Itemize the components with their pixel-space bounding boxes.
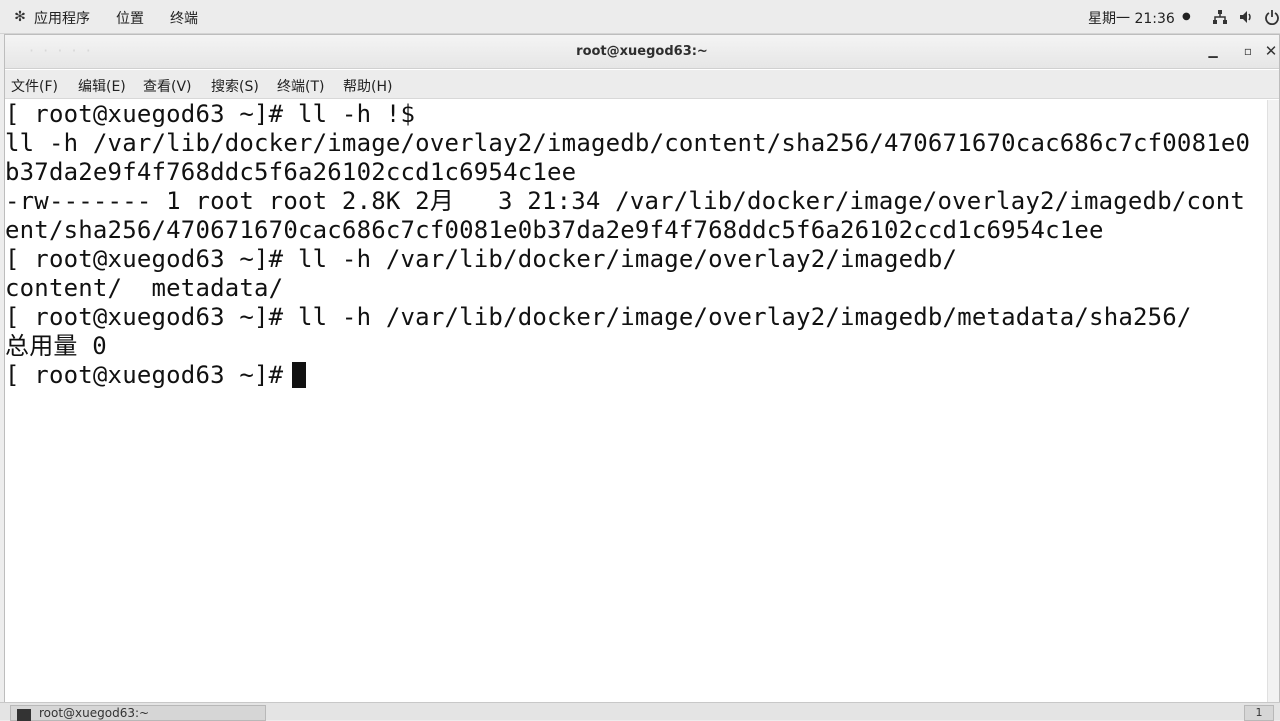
terminal-line: [ root@xuegod63 ~]# ll -h /var/lib/docke…	[5, 245, 958, 273]
maximize-button[interactable]: ▫	[1240, 43, 1256, 59]
menu-help[interactable]: 帮助(H)	[343, 76, 392, 96]
clock-dot: ●	[1182, 11, 1191, 22]
taskbar: root@xuegod63:~ 1	[0, 702, 1280, 721]
volume-icon[interactable]	[1238, 9, 1254, 25]
menu-file[interactable]: 文件(F)	[11, 76, 58, 96]
terminal-line: [ root@xuegod63 ~]# ll -h !$	[5, 100, 416, 128]
taskbar-window-button[interactable]: root@xuegod63:~	[10, 705, 266, 721]
window-titlebar[interactable]: · · · · · root@xuegod63:~ ▁ ▫ ✕	[5, 35, 1279, 69]
terminal-line: 总用量 0	[5, 332, 107, 360]
terminal-line: b37da2e9f4f768ddc5f6a26102ccd1c6954c1ee	[5, 158, 577, 186]
terminal-line: ent/sha256/470671670cac686c7cf0081e0b37d…	[5, 216, 1104, 244]
terminal-scrollbar[interactable]	[1267, 100, 1279, 703]
menu-terminal[interactable]: 终端(T)	[277, 76, 324, 96]
network-icon[interactable]	[1212, 9, 1228, 25]
menu-view[interactable]: 查看(V)	[143, 76, 192, 96]
terminal-line: -rw------- 1 root root 2.8K 2月 3 21:34 /…	[5, 187, 1246, 215]
places-menu[interactable]: 位置	[116, 8, 144, 28]
menubar: 文件(F) 编辑(E) 查看(V) 搜索(S) 终端(T) 帮助(H)	[5, 70, 1279, 99]
terminal-cursor	[292, 362, 306, 388]
minimize-button[interactable]: ▁	[1205, 43, 1221, 59]
clock[interactable]: 星期一 21:36	[1088, 8, 1175, 28]
menu-edit[interactable]: 编辑(E)	[78, 76, 126, 96]
terminal-line: [ root@xuegod63 ~]# ll -h /var/lib/docke…	[5, 303, 1192, 331]
gnome-foot-icon: ✻	[14, 9, 26, 25]
menu-search[interactable]: 搜索(S)	[211, 76, 259, 96]
terminal-icon	[17, 709, 31, 721]
power-icon[interactable]	[1264, 9, 1280, 26]
terminal-window: · · · · · root@xuegod63:~ ▁ ▫ ✕ 文件(F) 编辑…	[4, 34, 1280, 703]
taskbar-window-label: root@xuegod63:~	[39, 706, 150, 720]
close-button[interactable]: ✕	[1263, 43, 1279, 59]
workspace-switcher[interactable]: 1	[1244, 705, 1274, 721]
terminal-area[interactable]: [ root@xuegod63 ~]# ll -h !$ ll -h /var/…	[5, 100, 1279, 703]
terminal-app-menu[interactable]: 终端	[170, 8, 198, 28]
terminal-line: [ root@xuegod63 ~]#	[5, 361, 298, 389]
terminal-line: ll -h /var/lib/docker/image/overlay2/ima…	[5, 129, 1251, 157]
terminal-line: content/ metadata/	[5, 274, 284, 302]
applications-menu[interactable]: 应用程序	[34, 8, 90, 28]
window-title: root@xuegod63:~	[576, 44, 708, 59]
top-panel: ✻ 应用程序 位置 终端 星期一 21:36 ●	[0, 0, 1280, 34]
